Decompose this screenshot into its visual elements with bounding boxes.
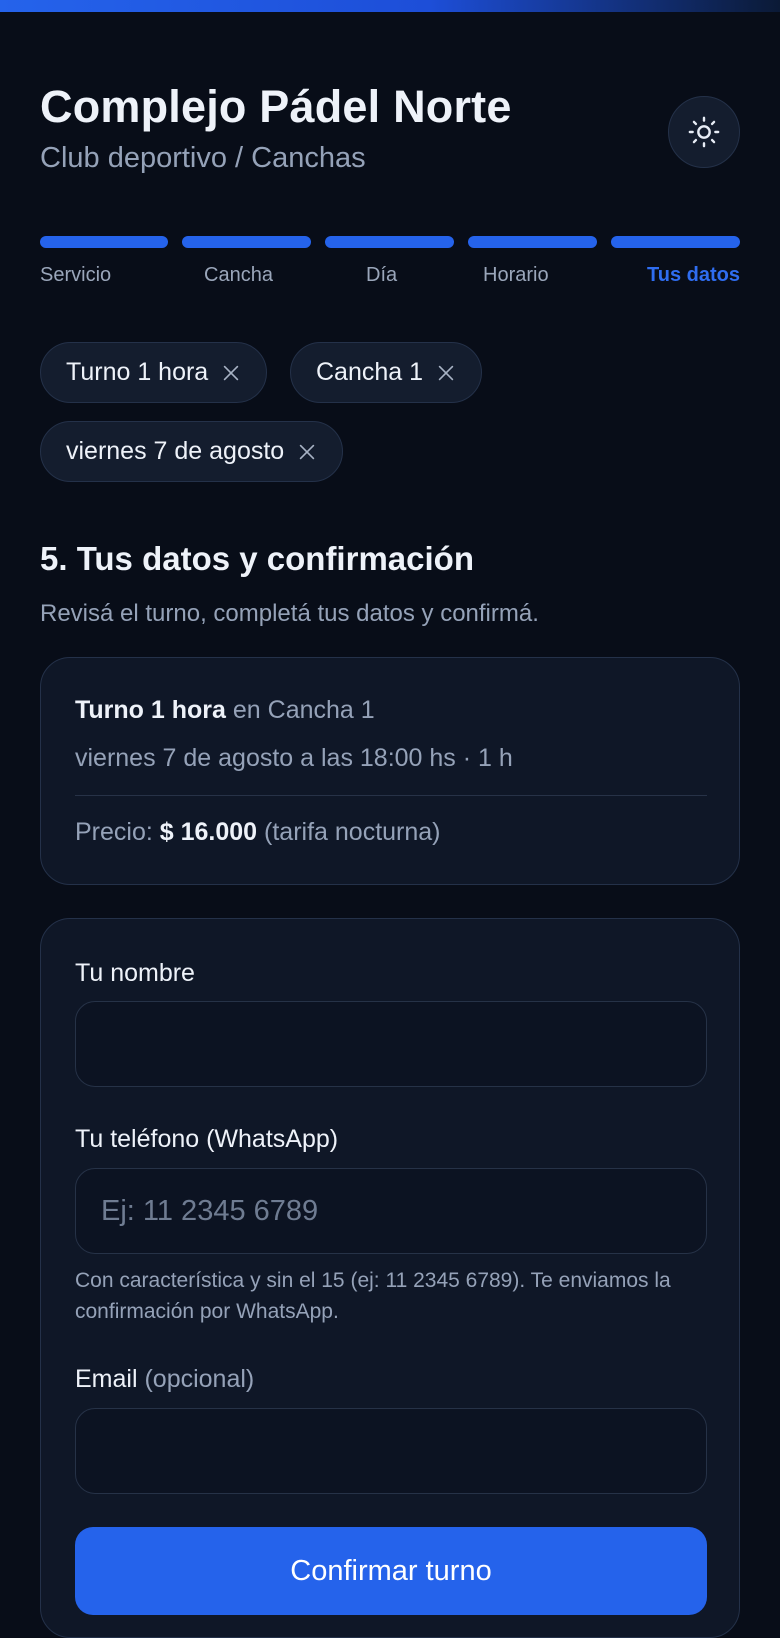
theme-toggle-button[interactable]	[668, 96, 740, 168]
header: Complejo Pádel Norte Club deportivo / Ca…	[40, 80, 740, 180]
section-description: Revisá el turno, completá tus datos y co…	[40, 600, 539, 627]
progress-stepper: Servicio Cancha Día Horario Tus datos	[40, 236, 740, 296]
phone-label: Tu teléfono (WhatsApp)	[75, 1125, 339, 1153]
email-optional-hint: (opcional)	[137, 1365, 255, 1393]
confirm-booking-button[interactable]: Confirmar turno	[75, 1527, 707, 1615]
step-bar-tus-datos	[611, 236, 740, 248]
summary-service-line: Turno 1 hora en Cancha 1	[75, 696, 375, 725]
summary-price-line: Precio: $ 16.000 (tarifa nocturna)	[75, 818, 441, 847]
summary-service: Turno 1 hora	[75, 696, 226, 724]
filter-chip-dia[interactable]: viernes 7 de agosto	[40, 421, 344, 482]
step-label-cancha[interactable]: Cancha	[204, 264, 273, 287]
close-icon[interactable]	[220, 362, 242, 384]
step-bar-cancha	[182, 236, 311, 248]
email-input[interactable]	[75, 1408, 707, 1494]
step-label-horario[interactable]: Horario	[483, 264, 549, 287]
close-icon[interactable]	[296, 441, 318, 463]
contact-form-card: Tu nombre Tu teléfono (WhatsApp) Con car…	[40, 918, 740, 1638]
name-input[interactable]	[75, 1001, 707, 1087]
filter-chip-servicio[interactable]: Turno 1 hora	[40, 342, 268, 403]
step-bar-servicio	[40, 236, 168, 248]
price-value: $ 16.000	[159, 818, 258, 846]
email-label: Email	[75, 1365, 138, 1393]
phone-help-text: Con característica y sin el 15 (ej: 11 2…	[75, 1269, 671, 1323]
name-label: Tu nombre	[75, 959, 195, 987]
summary-divider	[75, 795, 707, 796]
phone-input[interactable]	[75, 1168, 707, 1254]
step-bar-horario	[468, 236, 597, 248]
page-subtitle: Club deportivo / Canchas	[40, 142, 366, 174]
step-bar-dia	[325, 236, 454, 248]
step-label-dia[interactable]: Día	[366, 264, 397, 287]
chip-label: Turno 1 hora	[66, 358, 209, 386]
step-label-servicio[interactable]: Servicio	[40, 264, 111, 287]
close-icon[interactable]	[435, 362, 457, 384]
sun-icon	[688, 116, 720, 148]
page-title: Complejo Pádel Norte	[40, 81, 512, 132]
price-prefix: Precio:	[75, 818, 160, 846]
email-label-row: Email (opcional)	[75, 1365, 254, 1394]
summary-court: Cancha 1	[267, 696, 375, 724]
summary-court-prefix: en	[225, 696, 268, 724]
chip-label: viernes 7 de agosto	[66, 437, 285, 465]
summary-datetime: viernes 7 de agosto a las 18:00 hs · 1 h	[75, 744, 513, 772]
step-label-tus-datos: Tus datos	[647, 264, 740, 286]
section-title: 5. Tus datos y confirmación	[40, 540, 474, 577]
booking-summary-card: Turno 1 hora en Cancha 1 viernes 7 de ag…	[40, 657, 740, 885]
price-note: (tarifa nocturna)	[257, 818, 441, 846]
booking-page: Complejo Pádel Norte Club deportivo / Ca…	[40, 0, 740, 1638]
chip-label: Cancha 1	[316, 358, 424, 386]
filter-chip-cancha[interactable]: Cancha 1	[290, 342, 483, 403]
